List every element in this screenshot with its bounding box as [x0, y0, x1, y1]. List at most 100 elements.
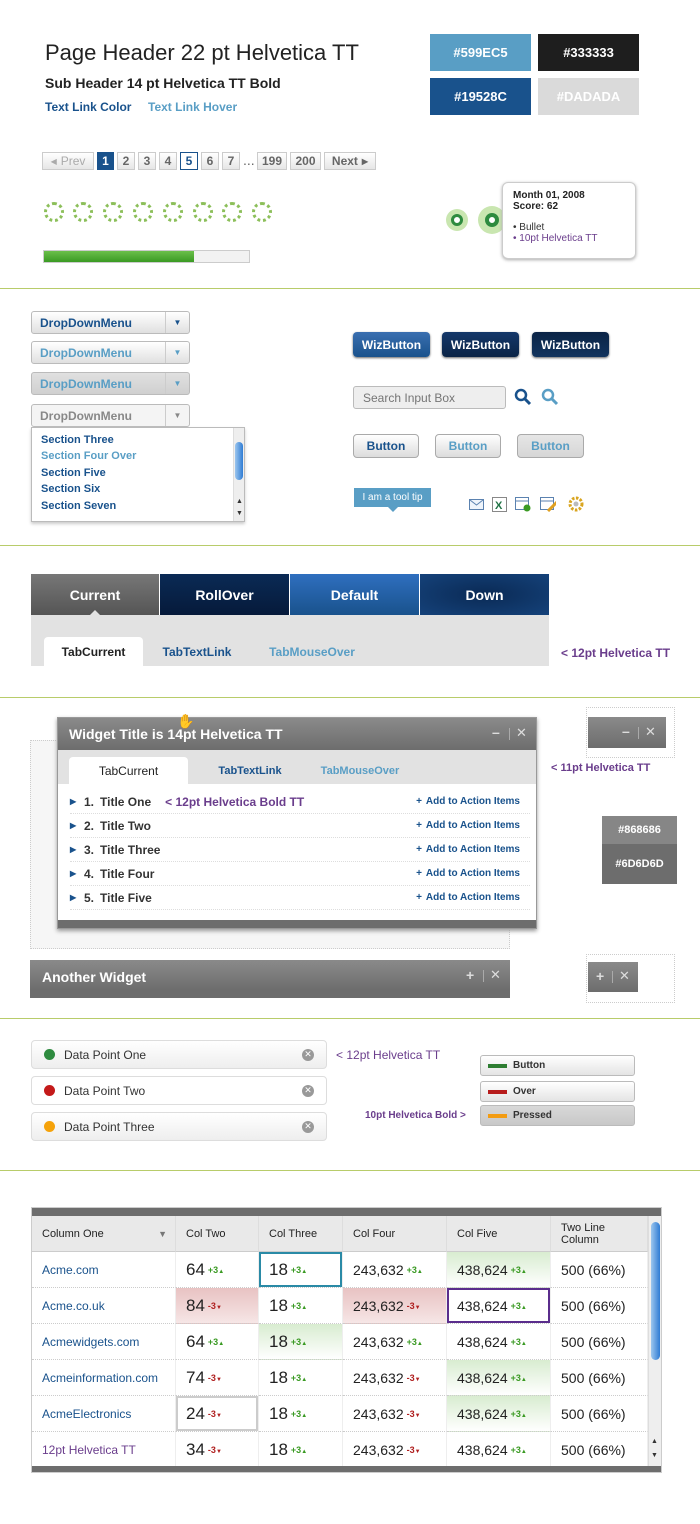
search-icon-hover[interactable] [541, 388, 559, 406]
add-action-item-button[interactable]: + Add to Action Items [416, 820, 520, 831]
data-point-item[interactable]: Data Point Three ✕ [31, 1112, 327, 1141]
add-action-item-button[interactable]: + Add to Action Items [416, 844, 520, 855]
tab-rollover[interactable]: RollOver [160, 574, 289, 615]
page-199[interactable]: 199 [257, 152, 287, 170]
minimize-icon[interactable]: – [492, 724, 500, 740]
close-icon[interactable]: ✕ [516, 725, 527, 741]
excel-icon[interactable]: X [491, 496, 507, 512]
add-table-icon[interactable] [515, 496, 531, 512]
scroll-down-icon[interactable]: ▼ [236, 510, 243, 517]
table-row-link[interactable]: 12pt Helvetica TT [32, 1432, 176, 1468]
scrollbar[interactable]: ▲ ▼ [233, 428, 244, 521]
another-widget-header[interactable]: Another Widget + ✕ [30, 960, 510, 998]
sub-tab-link[interactable]: TabTextLink [150, 637, 244, 666]
page-7[interactable]: 7 [222, 152, 240, 170]
widget-header[interactable]: Widget Title is 14pt Helvetica TT – ✕ [58, 718, 536, 750]
dropdown-option[interactable]: Section Three [41, 434, 114, 446]
column-header[interactable]: Col Two [176, 1216, 259, 1252]
dropdown-menu-pressed[interactable]: DropDownMenu ▼ [31, 372, 190, 395]
wiz-button-hover[interactable]: WizButton [442, 332, 519, 357]
close-icon[interactable]: ✕ [645, 724, 656, 740]
page-1[interactable]: 1 [97, 152, 114, 170]
scrollbar-thumb[interactable] [235, 442, 243, 480]
table-row-link[interactable]: Acme.com [32, 1252, 176, 1288]
expand-icon[interactable]: + [466, 967, 474, 983]
mail-icon[interactable] [468, 496, 484, 512]
remove-icon[interactable]: ✕ [302, 1120, 314, 1133]
wiz-button[interactable]: WizButton [353, 332, 430, 357]
dropdown-menu[interactable]: DropDownMenu ▼ [31, 311, 190, 334]
widget-tab-current[interactable]: TabCurrent [69, 757, 188, 784]
close-icon[interactable]: ✕ [619, 968, 630, 984]
data-point-item[interactable]: Data Point Two ✕ [31, 1076, 327, 1105]
dropdown-option[interactable]: Section Six [41, 483, 100, 495]
sub-tab-current[interactable]: TabCurrent [44, 637, 143, 666]
column-header[interactable]: Col Five [447, 1216, 551, 1252]
remove-icon[interactable]: ✕ [302, 1084, 314, 1097]
trend-up-icon: +3▲ [207, 1336, 225, 1347]
dropdown-option-hover[interactable]: Section Four Over [41, 450, 136, 462]
page-2[interactable]: 2 [117, 152, 135, 170]
dropdown-option[interactable]: Section Seven [41, 500, 116, 512]
scrollbar[interactable]: ▲ ▼ [648, 1216, 661, 1466]
widget-tab-mouseover[interactable]: TabMouseOver [306, 757, 414, 784]
widget-row[interactable]: ▶ 2. Title Two + Add to Action Items [70, 814, 530, 838]
sub-tab-mouseover[interactable]: TabMouseOver [258, 637, 366, 666]
search-icon[interactable] [514, 388, 532, 406]
sort-down-icon[interactable]: ▼ [158, 1229, 167, 1239]
widget-row[interactable]: ▶ 4. Title Four + Add to Action Items [70, 862, 530, 886]
table-row-link[interactable]: Acmewidgets.com [32, 1324, 176, 1360]
prev-button[interactable]: ◀ Prev [42, 152, 94, 170]
widget-row[interactable]: ▶ 5. Title Five + Add to Action Items [70, 886, 530, 910]
close-icon[interactable]: ✕ [490, 967, 501, 983]
legend-button-over[interactable]: Over [480, 1081, 635, 1102]
tab-current[interactable]: Current [31, 574, 159, 615]
dropdown-option[interactable]: Section Five [41, 467, 106, 479]
tab-default[interactable]: Default [290, 574, 419, 615]
minimize-icon[interactable]: – [622, 723, 630, 739]
button-disabled[interactable]: Button [517, 434, 584, 458]
widget-tab-link[interactable]: TabTextLink [204, 757, 296, 784]
column-header[interactable]: Col Four [343, 1216, 447, 1252]
expand-icon[interactable]: + [596, 968, 604, 984]
button-hover[interactable]: Button [435, 434, 501, 458]
widget-row[interactable]: ▶ 1. Title One < 12pt Helvetica Bold TT + Add… [70, 790, 530, 814]
remove-icon[interactable]: ✕ [302, 1048, 314, 1061]
scrollbar-thumb[interactable] [651, 1222, 660, 1360]
text-link[interactable]: Text Link Color [45, 100, 131, 114]
table-row-link[interactable]: Acmeinformation.com [32, 1360, 176, 1396]
table-row-link[interactable]: AcmeElectronics [32, 1396, 176, 1432]
loading-spinner-icon [163, 202, 183, 222]
chart-point-icon[interactable] [446, 209, 468, 231]
data-point-item[interactable]: Data Point One ✕ [31, 1040, 327, 1069]
page-6[interactable]: 6 [201, 152, 219, 170]
settings-icon[interactable] [568, 496, 584, 512]
dropdown-menu-open[interactable]: DropDownMenu ▼ [31, 404, 190, 427]
add-action-item-button[interactable]: + Add to Action Items [416, 868, 520, 879]
add-action-item-button[interactable]: + Add to Action Items [416, 796, 520, 807]
wiz-button-pressed[interactable]: WizButton [532, 332, 609, 357]
tab-down[interactable]: Down [420, 574, 549, 615]
text-link-hover[interactable]: Text Link Hover [148, 100, 237, 114]
page-4[interactable]: 4 [159, 152, 177, 170]
next-button[interactable]: Next ▶ [324, 152, 376, 170]
page-5[interactable]: 5 [180, 152, 198, 170]
edit-table-icon[interactable] [540, 496, 556, 512]
add-action-item-button[interactable]: + Add to Action Items [416, 892, 520, 903]
table-row-link[interactable]: Acme.co.uk [32, 1288, 176, 1324]
scroll-up-icon[interactable]: ▲ [651, 1438, 658, 1445]
legend-button-pressed[interactable]: Pressed [480, 1105, 635, 1126]
cell-value: 243,632 [353, 1405, 404, 1422]
search-input[interactable] [353, 386, 506, 409]
dropdown-menu-hover[interactable]: DropDownMenu ▼ [31, 341, 190, 364]
page-3[interactable]: 3 [138, 152, 156, 170]
legend-button[interactable]: Button [480, 1055, 635, 1076]
button[interactable]: Button [353, 434, 419, 458]
column-header[interactable]: Col Three [259, 1216, 343, 1252]
page-200[interactable]: 200 [290, 152, 321, 170]
widget-row[interactable]: ▶ 3. Title Three + Add to Action Items [70, 838, 530, 862]
scroll-up-icon[interactable]: ▲ [236, 498, 243, 505]
column-header[interactable]: Two Line Column [551, 1216, 648, 1252]
column-header[interactable]: Column One ▼ [32, 1216, 176, 1252]
scroll-down-icon[interactable]: ▼ [651, 1452, 658, 1459]
